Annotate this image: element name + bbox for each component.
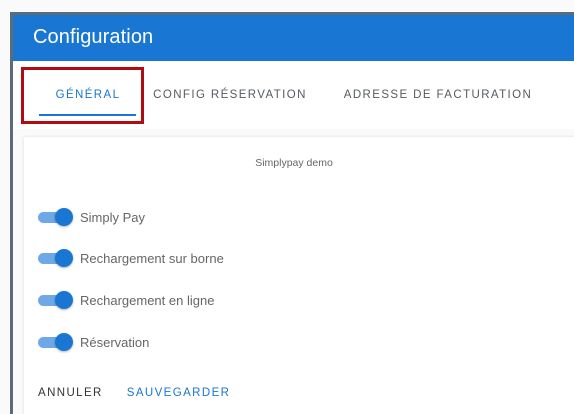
card-title: Simplypay demo (255, 157, 333, 169)
toggle-row-simply-pay: Simply Pay (38, 207, 145, 227)
toggle-thumb (55, 333, 73, 351)
page-title: Configuration (33, 26, 154, 48)
tab-config-reservation[interactable]: CONFIG RÉSERVATION (145, 61, 315, 129)
cancel-button[interactable]: ANNULER (38, 387, 103, 399)
save-button[interactable]: SAUVEGARDER (127, 387, 231, 399)
toggle-thumb (55, 208, 73, 226)
simply-pay-label: Simply Pay (80, 209, 146, 225)
settings-card: Simplypay demo Simply Pay Rechargement s… (24, 136, 574, 414)
rechargement-borne-label: Rechargement sur borne (80, 250, 224, 266)
tab-adresse-facturation[interactable]: ADRESSE DE FACTURATION (333, 61, 543, 129)
card-actions: ANNULER SAUVEGARDER (38, 387, 230, 399)
toggle-row-rechargement-borne: Rechargement sur borne (38, 248, 224, 268)
rechargement-ligne-label: Rechargement en ligne (80, 292, 215, 308)
toggle-thumb (55, 291, 73, 309)
rechargement-ligne-toggle[interactable] (38, 290, 74, 310)
rechargement-borne-toggle[interactable] (38, 248, 74, 268)
reservation-toggle[interactable] (38, 332, 74, 352)
app-frame: Configuration GÉNÉRAL CONFIG RÉSERVATION… (0, 0, 574, 414)
app-header: Configuration (13, 15, 574, 61)
reservation-label: Réservation (80, 334, 150, 350)
toggle-row-rechargement-ligne: Rechargement en ligne (38, 290, 214, 310)
simply-pay-toggle[interactable] (38, 207, 74, 227)
highlight-annotation-box (21, 67, 144, 124)
toggle-row-reservation: Réservation (38, 332, 149, 352)
toggle-thumb (55, 249, 73, 267)
